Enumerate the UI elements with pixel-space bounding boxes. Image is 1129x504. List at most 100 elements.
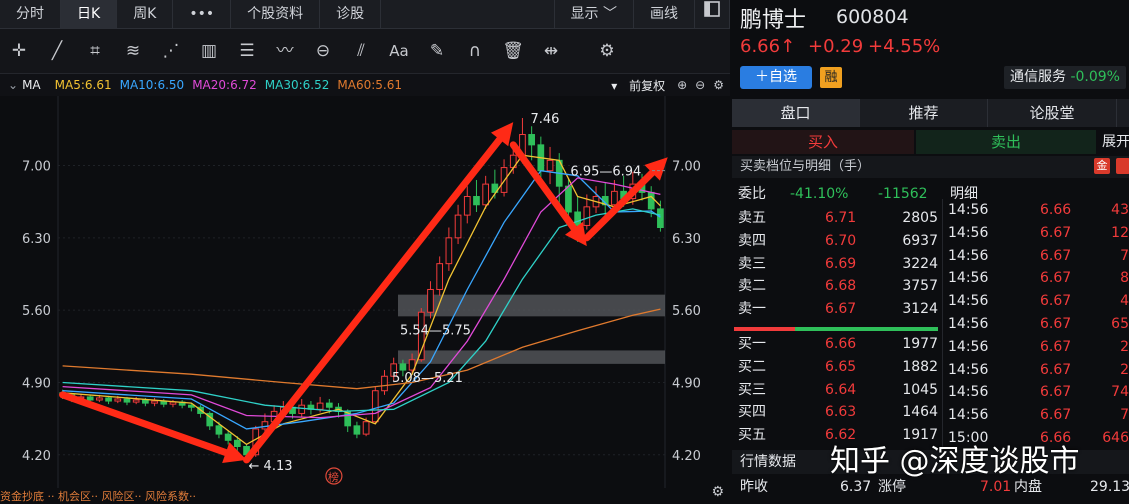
- trade-time: 14:56: [948, 202, 989, 218]
- y-tick-left: 7.00: [22, 160, 51, 175]
- split-icon[interactable]: ⇹: [532, 33, 570, 69]
- zone1-label: 5.54—5.75: [400, 323, 471, 338]
- gear-icon[interactable]: ⚙: [588, 33, 626, 69]
- quote-panel: 鹏博士 600804 6.66↑ +0.29 +4.55% ＋自选 融 通信服务…: [732, 0, 1129, 500]
- stock-code: 600804: [836, 6, 909, 28]
- stock-name: 鹏博士: [740, 8, 807, 33]
- candle-body: [96, 397, 103, 401]
- plus-icon[interactable]: ⊕: [677, 78, 687, 92]
- crop-icon[interactable]: ⌗: [76, 33, 114, 69]
- minus-icon[interactable]: ⊖: [695, 78, 705, 92]
- candle-body: [436, 263, 444, 290]
- ma30-value: MA30:6.52: [264, 78, 330, 92]
- candle-body: [565, 185, 572, 213]
- ma20-value: MA20:6.72: [192, 78, 257, 92]
- tab-more-right[interactable]: [1117, 99, 1129, 127]
- action-row: ＋自选 融 通信服务 -0.09%: [732, 66, 1129, 90]
- y-tick-right: 7.00: [672, 160, 701, 175]
- tab-weekly-k[interactable]: 周K: [117, 0, 174, 28]
- indicator-bar[interactable]: 资金抄底 ·· 机会区·· 风险区·· 风险系数·· ⚙: [0, 484, 730, 503]
- candle-body: [215, 425, 223, 435]
- candle-body: [86, 396, 94, 401]
- display-menu[interactable]: 显示 ﹀: [553, 0, 634, 28]
- text-icon[interactable]: Aa: [380, 33, 418, 69]
- parallel-lines-icon[interactable]: ▥: [190, 33, 228, 69]
- text-lines-icon[interactable]: ☰: [228, 33, 266, 69]
- expand-tab[interactable]: 展开: [1102, 130, 1129, 154]
- trade-volume: 2: [1120, 338, 1129, 355]
- margin-badge[interactable]: 融: [820, 67, 842, 88]
- candle-body: [353, 425, 361, 435]
- window-toggle-icon[interactable]: [695, 0, 730, 28]
- tab-stock-profile[interactable]: 个股资料: [231, 0, 321, 28]
- tab-intraday[interactable]: 分时: [0, 0, 61, 28]
- trade-price: 6.67: [1040, 270, 1072, 287]
- candle-body: [224, 433, 232, 441]
- candle-body: [123, 398, 131, 403]
- trade-volume: 65: [1111, 316, 1129, 332]
- trade-time: 14:56: [948, 247, 989, 264]
- candle-body: [362, 421, 370, 435]
- trade-price: 6.66: [1040, 202, 1072, 218]
- trade-price: 6.67: [1040, 316, 1072, 332]
- price-change: +0.29: [808, 36, 864, 57]
- candle-body: [611, 190, 618, 206]
- tab-recommend[interactable]: 推荐: [860, 99, 988, 127]
- trade-volume: 4: [1120, 293, 1129, 310]
- ma-label[interactable]: MA: [22, 78, 41, 92]
- bottom-gear-icon[interactable]: ⚙: [711, 484, 724, 500]
- candle-body: [114, 398, 122, 402]
- draw-line-menu[interactable]: 画线: [634, 0, 695, 28]
- move-icon[interactable]: ✛: [0, 33, 38, 69]
- tab-daily-k[interactable]: 日K: [61, 0, 118, 28]
- candle-body: [298, 404, 306, 414]
- cycle-icon[interactable]: ⊖: [304, 33, 342, 69]
- y-tick-left: 6.30: [22, 232, 51, 247]
- panel-tabs: 盘口 推荐 论股堂: [732, 99, 1129, 127]
- fork-icon[interactable]: ⫽: [342, 33, 380, 69]
- kline-chart[interactable]: 7.00 7.00 6.30 6.30 5.60 5.60 4.90 4.90 4.20 4.20…: [0, 96, 730, 488]
- brush-icon[interactable]: ✎: [418, 33, 456, 69]
- tab-more[interactable]: •••: [173, 0, 232, 28]
- orderbook-title: 买卖档位与明细（手）: [740, 159, 871, 174]
- candle-body: [463, 196, 471, 216]
- candle-body: [132, 399, 140, 403]
- candle-body: [482, 183, 490, 206]
- candle-body: [546, 159, 554, 172]
- buy-sell-tabs: 买入 卖出 展开: [732, 130, 1129, 154]
- trade-price: 6.67: [1040, 224, 1072, 241]
- sell-tab[interactable]: 卖出: [916, 130, 1096, 154]
- candle-body: [381, 375, 388, 392]
- ma60-value: MA60:5.61: [337, 78, 402, 92]
- chart-gear-icon[interactable]: ⚙: [713, 78, 724, 92]
- sector-name: 通信服务: [1010, 69, 1066, 85]
- add-watchlist-button[interactable]: ＋自选: [740, 66, 812, 89]
- level2-icon[interactable]: 金: [1094, 158, 1110, 174]
- sector-chip[interactable]: 通信服务 -0.09%: [1004, 66, 1126, 89]
- trade-price: 6.67: [1040, 384, 1072, 401]
- trash-icon[interactable]: 🗑: [494, 33, 532, 69]
- magnet-icon[interactable]: ∩: [456, 33, 494, 69]
- tab-forum[interactable]: 论股堂: [988, 99, 1117, 127]
- fan-icon[interactable]: ≋: [114, 33, 152, 69]
- orderbook-more-icon[interactable]: [1116, 158, 1129, 174]
- adjust-mode[interactable]: ▾ 前复权: [603, 77, 665, 94]
- candle-body: [445, 237, 453, 265]
- candle-body: [399, 363, 407, 371]
- wave-icon[interactable]: 〰: [266, 33, 304, 69]
- trade-volume: 2: [1120, 361, 1129, 378]
- range-label: 6.95—6.94: [570, 165, 641, 180]
- ma10-value: MA10:6.50: [119, 78, 185, 92]
- support-zone-2: [398, 350, 665, 364]
- ma-chevron-icon[interactable]: ⌄: [8, 78, 18, 92]
- adjust-chevron-icon: ▾: [611, 78, 622, 93]
- line-tool-icon[interactable]: ╱: [38, 33, 76, 69]
- trade-time: 14:56: [948, 384, 989, 401]
- ma-legend-bar: ⌄ MA MA5:6.61 MA10:6.50 MA20:6.72 MA30:6…: [0, 74, 730, 96]
- node-icon[interactable]: ⋰: [152, 33, 190, 69]
- buy-tab[interactable]: 买入: [732, 130, 914, 154]
- last-price: 6.66↑: [740, 36, 796, 57]
- price-change-pct: +4.55%: [868, 36, 941, 57]
- tab-diagnosis[interactable]: 诊股: [320, 0, 382, 28]
- tab-handicap[interactable]: 盘口: [732, 99, 860, 127]
